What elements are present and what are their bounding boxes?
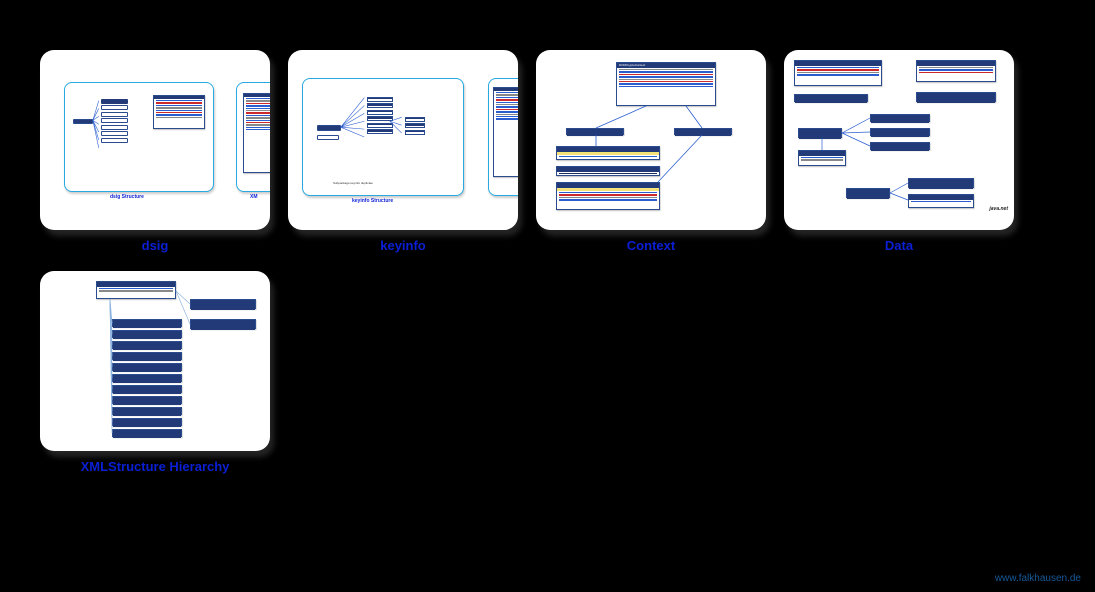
card-xmlstruct[interactable] <box>40 271 270 451</box>
miniframe-dsig-structure <box>64 82 214 192</box>
ctx-validate <box>556 182 660 210</box>
card-keyinfo[interactable]: Subpackage keyinfo duplicate keyinfo Str… <box>288 50 518 230</box>
dsig-inner-label: dsig Structure <box>110 194 144 200</box>
xs-children <box>112 319 182 437</box>
data-bpair-root <box>846 188 890 198</box>
card-label-data: Data <box>885 238 913 253</box>
data-root <box>798 128 842 138</box>
dsig-root <box>73 119 93 124</box>
ctx-if2 <box>674 128 732 135</box>
keyinfo-leaves <box>365 95 394 136</box>
data-c2 <box>916 60 996 82</box>
dsig-classbox <box>153 95 205 129</box>
keyinfo-note: Subpackage keyinfo duplicate <box>333 182 373 185</box>
card-label-xmlstruct: XMLStructure Hierarchy <box>81 459 230 474</box>
card-label-keyinfo: keyinfo <box>380 238 426 253</box>
ctx-top: DOMCryptoContext <box>616 62 716 106</box>
xs-r1 <box>190 299 256 309</box>
ctx-sign <box>556 146 660 160</box>
keyinfo-root <box>317 125 341 131</box>
xs-root <box>96 281 176 299</box>
dsig-inner-label2: XM <box>250 194 258 200</box>
data-leaf3 <box>870 142 930 150</box>
dsig-tree <box>99 97 129 144</box>
miniframe-keyinfo2 <box>488 78 518 196</box>
card-data[interactable]: java.net <box>784 50 1014 230</box>
card-grid: dsig Structure XM dsig <box>0 0 1095 474</box>
data-c3h <box>794 94 868 102</box>
dsig-classbox2 <box>243 93 270 173</box>
card-label-context: Context <box>627 238 675 253</box>
card-context[interactable]: DOMCryptoContext <box>536 50 766 230</box>
card-wrap-context: DOMCryptoContext <box>536 50 766 253</box>
miniframe-dsig-2 <box>236 82 270 192</box>
data-leaf2 <box>870 128 930 136</box>
ctx-if1 <box>566 128 624 135</box>
data-leaf1 <box>870 114 930 122</box>
keyinfo-classbox2 <box>493 87 518 177</box>
data-logo: java.net <box>989 207 1008 213</box>
card-dsig[interactable]: dsig Structure XM <box>40 50 270 230</box>
data-bpair-l2 <box>908 194 974 208</box>
data-c1 <box>794 60 882 86</box>
data-bpair-l1 <box>908 178 974 188</box>
keyinfo-root2 <box>317 135 339 140</box>
keyinfo-inner-label: keyinfo Structure <box>352 198 393 204</box>
card-wrap-keyinfo: Subpackage keyinfo duplicate keyinfo Str… <box>288 50 518 253</box>
footer-link[interactable]: www.falkhausen.de <box>995 573 1081 584</box>
data-sub <box>798 150 846 166</box>
card-wrap-xmlstruct: XMLStructure Hierarchy <box>40 271 270 474</box>
ctx-mid <box>556 166 660 176</box>
card-label-dsig: dsig <box>142 238 169 253</box>
miniframe-keyinfo: Subpackage keyinfo duplicate <box>302 78 464 196</box>
card-wrap-dsig: dsig Structure XM dsig <box>40 50 270 253</box>
keyinfo-subleaves <box>403 115 426 136</box>
xs-r2 <box>190 319 256 329</box>
card-wrap-data: java.net Data <box>784 50 1014 253</box>
data-c4h <box>916 92 996 102</box>
